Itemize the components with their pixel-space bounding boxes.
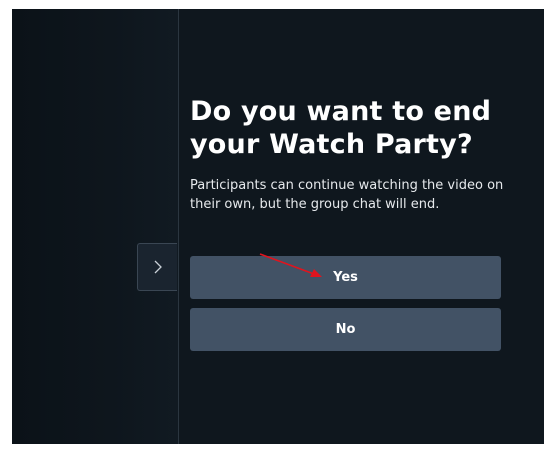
video-area [12, 9, 178, 444]
collapse-panel-button[interactable] [137, 243, 177, 291]
chevron-right-icon [154, 260, 162, 274]
yes-button[interactable]: Yes [190, 256, 501, 299]
no-button[interactable]: No [190, 308, 501, 351]
dialog-title: Do you want to end your Watch Party? [190, 96, 492, 160]
watch-party-panel [179, 9, 544, 444]
watch-party-screen: Do you want to end your Watch Party? Par… [12, 9, 544, 444]
dialog-message: Participants can continue watching the v… [190, 178, 504, 212]
